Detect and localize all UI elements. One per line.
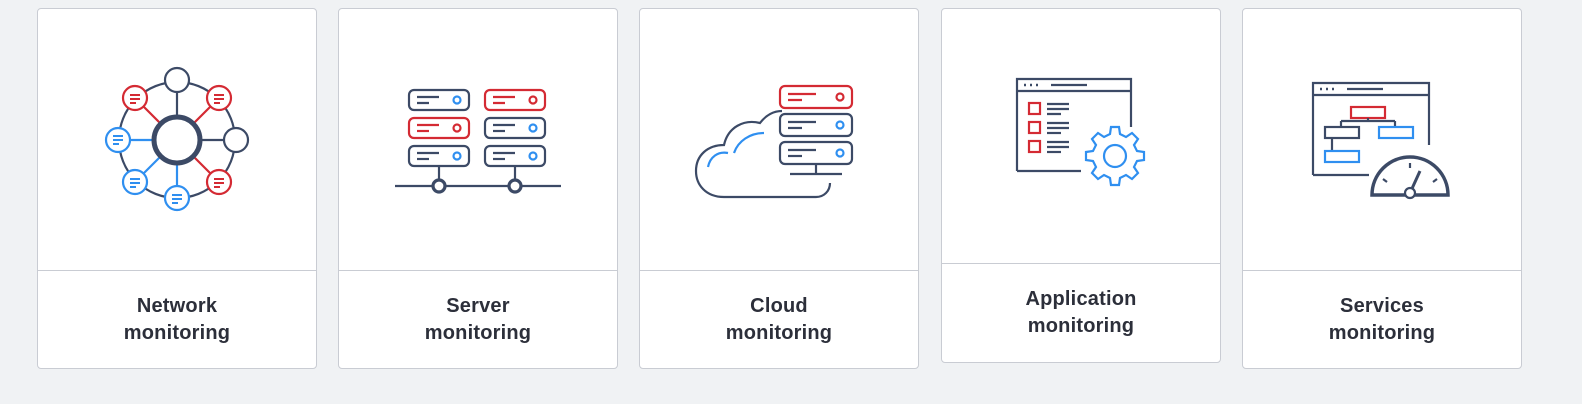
card-cloud-monitoring[interactable]: Cloud monitoring: [639, 8, 919, 369]
cloud-server-icon: [694, 84, 854, 198]
card-icon-area: [38, 9, 316, 271]
card-title: Server monitoring: [424, 294, 532, 344]
card-label-area: Network monitoring: [38, 271, 316, 368]
card-label-area: Services monitoring: [1243, 271, 1521, 368]
card-application-monitoring[interactable]: Application monitoring: [941, 8, 1221, 363]
services-dashboard-icon: [1311, 81, 1450, 199]
card-services-monitoring[interactable]: Services monitoring: [1242, 8, 1522, 369]
card-server-monitoring[interactable]: Server monitoring: [338, 8, 618, 369]
network-icon: [104, 66, 250, 211]
card-title: Application monitoring: [1025, 288, 1137, 337]
card-icon-area: [339, 9, 617, 271]
card-network-monitoring[interactable]: Network monitoring: [37, 8, 317, 369]
card-label-area: Server monitoring: [339, 271, 617, 368]
card-title: Cloud monitoring: [725, 294, 833, 344]
server-rack-icon: [395, 88, 561, 194]
card-icon-area: [640, 9, 918, 271]
card-title: Services monitoring: [1328, 294, 1436, 344]
card-label-area: Application monitoring: [942, 264, 1220, 362]
card-title: Network monitoring: [123, 294, 231, 344]
application-settings-icon: [1015, 77, 1146, 187]
monitoring-cards: Network monitoring Server monitoring Clo…: [0, 0, 1582, 404]
card-icon-area: [942, 9, 1220, 264]
card-icon-area: [1243, 9, 1521, 271]
card-label-area: Cloud monitoring: [640, 271, 918, 368]
